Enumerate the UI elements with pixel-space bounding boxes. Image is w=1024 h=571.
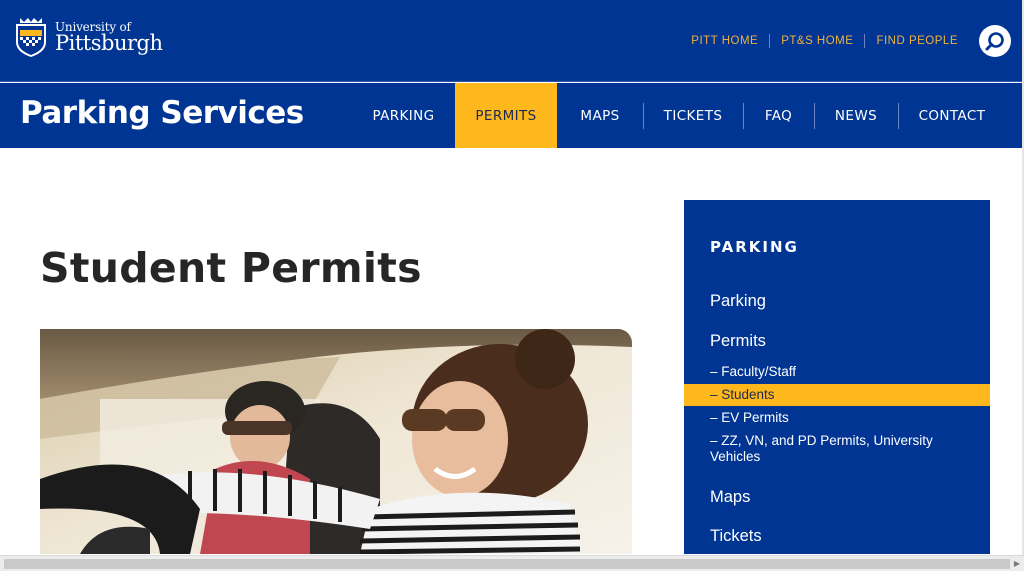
logo-text-big: Pittsburgh (55, 30, 163, 55)
sidebar-item-permits[interactable]: Permits (710, 332, 766, 351)
sidebar-nav: PARKING Parking Permits – Faculty/Staff … (684, 200, 990, 554)
nav-news[interactable]: NEWS (814, 83, 898, 148)
find-people-link[interactable]: FIND PEOPLE (876, 35, 958, 47)
sidebar-subitem-ev-permits[interactable]: – EV Permits (710, 410, 970, 426)
nav-contact[interactable]: CONTACT (898, 83, 1006, 148)
sidebar-item-maps[interactable]: Maps (710, 488, 750, 507)
scroll-right-arrow-icon[interactable]: ▶ (1012, 558, 1022, 570)
sidebar-subitem-faculty-staff[interactable]: – Faculty/Staff (710, 364, 970, 380)
nav-tickets[interactable]: TICKETS (643, 83, 743, 148)
main-nav: PARKING PERMITS MAPS TICKETS FAQ NEWS CO… (352, 83, 1006, 148)
hero-image (40, 329, 632, 554)
pitt-home-link[interactable]: PITT HOME (691, 35, 758, 47)
nav-faq[interactable]: FAQ (743, 83, 814, 148)
page-title: Student Permits (40, 244, 422, 292)
utility-divider (864, 34, 866, 48)
nav-parking[interactable]: PARKING (352, 83, 455, 148)
main-content: Student Permits PARKING Parking Permits … (0, 148, 1022, 554)
pts-home-link[interactable]: PT&S HOME (781, 35, 853, 47)
site-title[interactable]: Parking Services (20, 95, 304, 131)
sidebar-heading: PARKING (710, 238, 799, 256)
sidebar-item-parking[interactable]: Parking (710, 292, 766, 311)
utility-nav: PITT HOME PT&S HOME FIND PEOPLE (691, 34, 958, 48)
sidebar-subitem-zz-vn-pd[interactable]: – ZZ, VN, and PD Permits, University Veh… (710, 433, 970, 465)
hero-photo (40, 329, 632, 554)
sidebar-subitem-students[interactable]: – Students (684, 384, 990, 406)
main-header: Parking Services PARKING PERMITS MAPS TI… (0, 83, 1022, 148)
horizontal-scrollbar[interactable]: ▶ (0, 555, 1024, 571)
search-button[interactable] (979, 25, 1011, 57)
university-seal-icon (16, 18, 46, 57)
top-bar: University of Pittsburgh PITT HOME PT&S … (0, 0, 1022, 82)
utility-divider (769, 34, 771, 48)
nav-maps[interactable]: MAPS (557, 83, 643, 148)
sidebar-item-tickets[interactable]: Tickets (710, 527, 762, 546)
nav-permits[interactable]: PERMITS (455, 83, 557, 148)
search-icon (985, 32, 1004, 51)
horizontal-scrollbar-thumb[interactable] (4, 559, 1010, 569)
logo-wordmark: University of Pittsburgh (55, 21, 163, 55)
university-logo[interactable]: University of Pittsburgh (14, 16, 163, 58)
